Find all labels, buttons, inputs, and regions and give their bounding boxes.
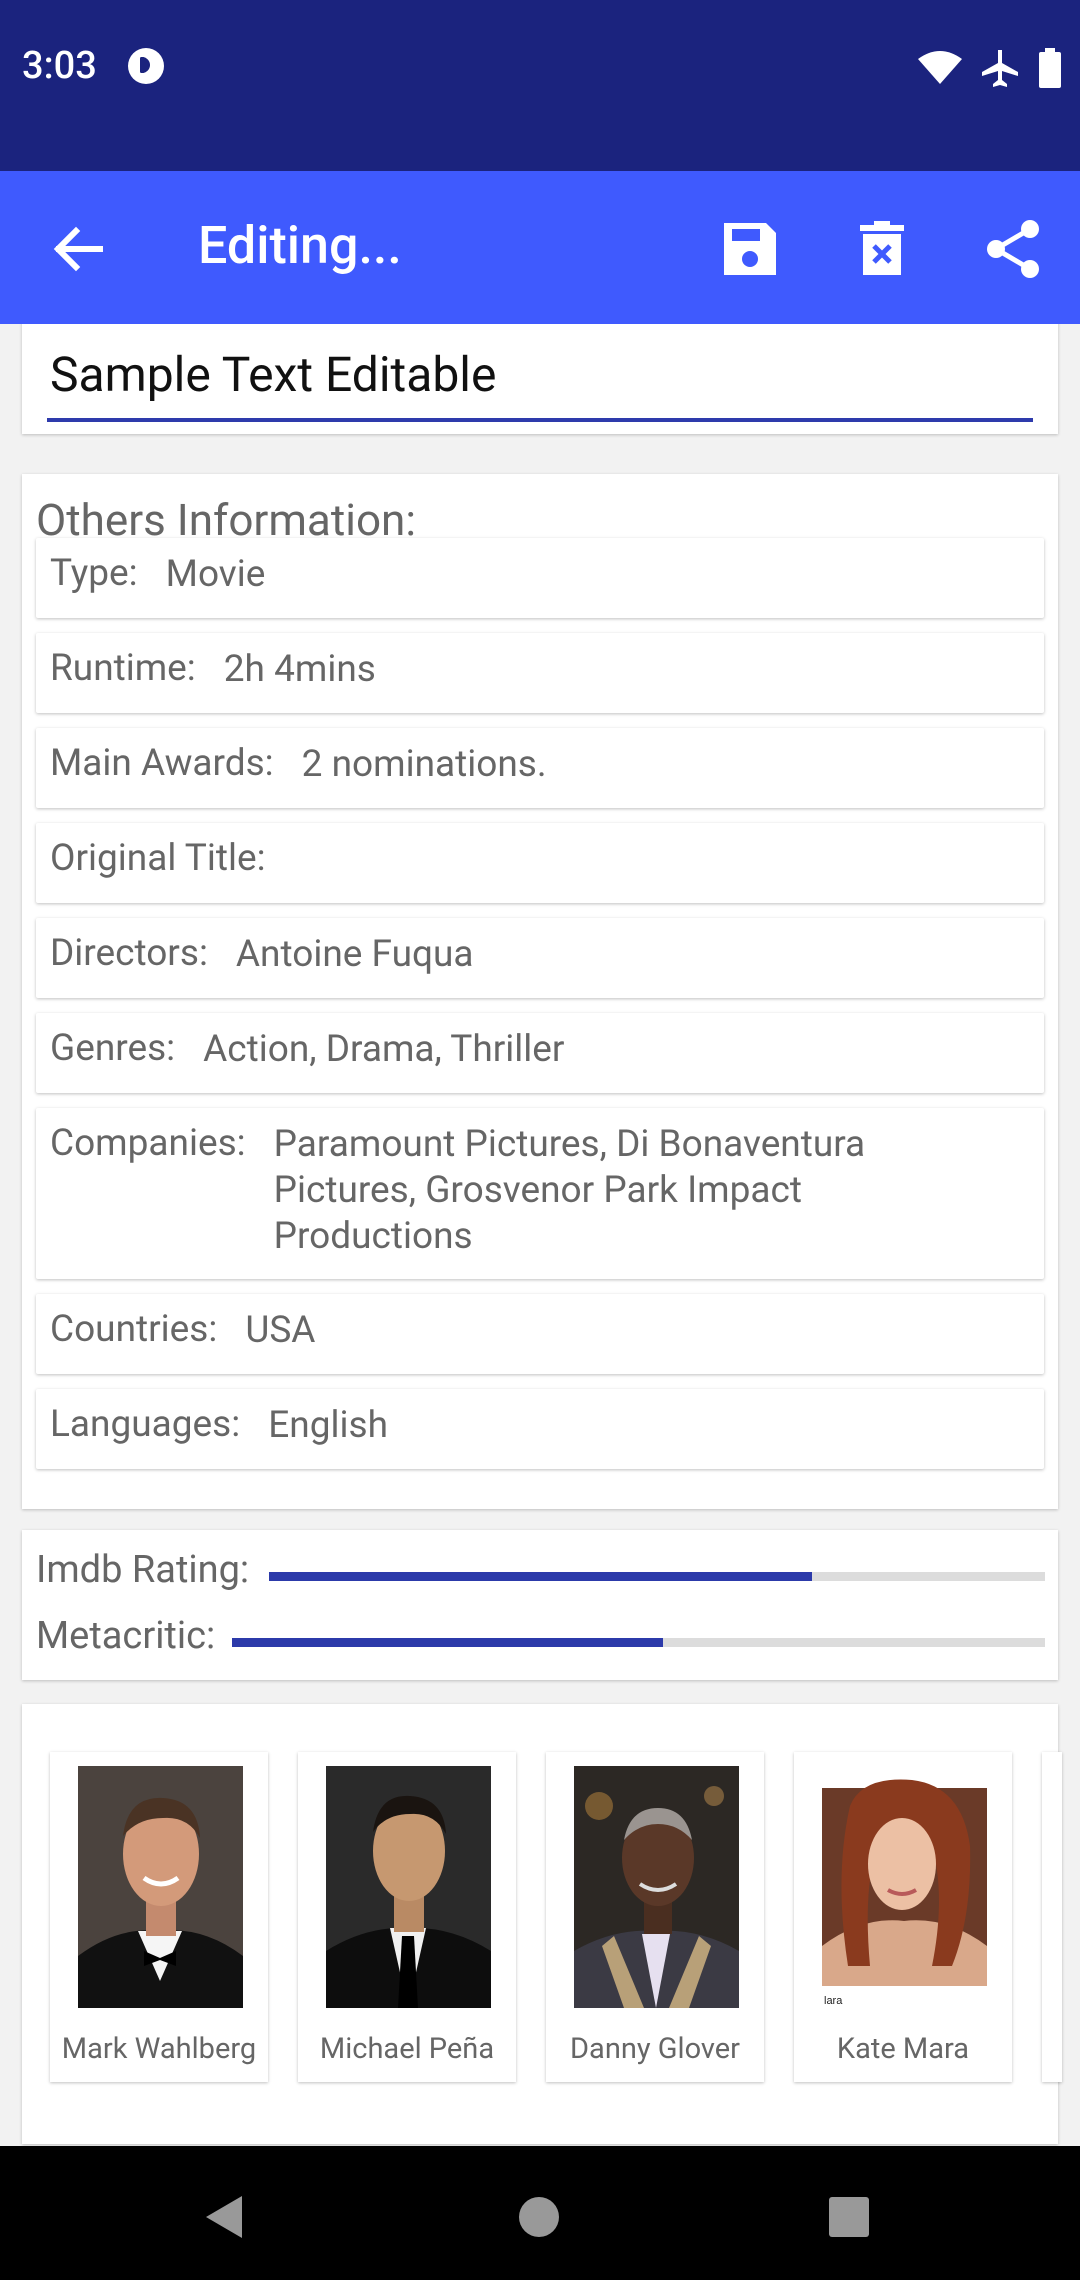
recents-square-icon[interactable] <box>829 2197 869 2237</box>
battery-icon <box>1039 48 1061 88</box>
others-information-card: Others Information: Type: Movie Runtime:… <box>22 474 1058 1509</box>
page-title: Editing... <box>198 215 402 276</box>
cast-name: Mark Wahlberg <box>61 2032 257 2066</box>
cast-card: Mark Wahlberg Michael Peña Danny Glover … <box>22 1704 1062 2144</box>
info-label: Original Title: <box>50 837 266 880</box>
info-label: Directors: <box>50 932 208 975</box>
cast-name: Michael Peña <box>319 2032 495 2066</box>
app-bar: Editing... <box>0 171 1080 324</box>
title-input[interactable] <box>50 344 1036 404</box>
title-input-underline <box>47 418 1033 422</box>
info-value: USA <box>245 1309 316 1352</box>
status-time: 3:03 <box>22 44 97 88</box>
cast-photo: lara <box>822 1766 987 2008</box>
app-notification-icon <box>128 48 164 84</box>
metacritic-fill <box>232 1638 663 1647</box>
info-row-genres: Genres: Action, Drama, Thriller <box>36 1013 1044 1093</box>
info-value: English <box>268 1404 388 1447</box>
imdb-rating-fill <box>269 1572 813 1581</box>
info-value: Movie <box>165 553 266 596</box>
info-value: 2h 4mins <box>223 648 376 691</box>
save-icon[interactable] <box>720 219 780 279</box>
ratings-card: Imdb Rating: Metacritic: <box>22 1530 1058 1680</box>
info-label: Type: <box>50 552 138 595</box>
info-label: Main Awards: <box>50 742 274 785</box>
info-label: Languages: <box>50 1403 241 1446</box>
cast-item-partial[interactable] <box>1042 1752 1062 2082</box>
info-row-countries: Countries: USA <box>36 1294 1044 1374</box>
delete-icon[interactable] <box>852 219 912 279</box>
info-row-main-awards: Main Awards: 2 nominations. <box>36 728 1044 808</box>
wifi-icon <box>918 51 962 84</box>
info-label: Genres: <box>50 1027 176 1070</box>
cast-photo <box>574 1766 739 2008</box>
scroll-content[interactable]: Others Information: Type: Movie Runtime:… <box>0 324 1080 2146</box>
back-arrow-icon[interactable] <box>50 221 106 277</box>
share-icon[interactable] <box>984 219 1044 279</box>
info-label: Runtime: <box>50 647 196 690</box>
info-value: Action, Drama, Thriller <box>203 1028 565 1071</box>
imdb-rating-bar <box>269 1572 1045 1581</box>
cast-photo <box>78 1766 243 2008</box>
info-row-companies: Companies: Paramount Pictures, Di Bonave… <box>36 1108 1044 1279</box>
info-row-type: Type: Movie <box>36 538 1044 618</box>
imdb-rating-label: Imdb Rating: <box>36 1548 250 1592</box>
info-value: 2 nominations. <box>301 743 547 786</box>
info-label: Countries: <box>50 1308 218 1351</box>
cast-item[interactable]: Michael Peña <box>298 1752 516 2082</box>
info-row-directors: Directors: Antoine Fuqua <box>36 918 1044 998</box>
navigation-bar <box>0 2146 1080 2280</box>
home-circle-icon[interactable] <box>518 2196 560 2238</box>
airplane-icon <box>982 50 1018 87</box>
cast-item[interactable]: lara Kate Mara <box>794 1752 1012 2082</box>
cast-item[interactable]: Danny Glover <box>546 1752 764 2082</box>
info-label: Companies: <box>50 1122 246 1165</box>
metacritic-bar <box>232 1638 1045 1647</box>
info-row-languages: Languages: English <box>36 1389 1044 1469</box>
svg-text:lara: lara <box>824 1995 843 2007</box>
cast-name: Danny Glover <box>570 2032 740 2066</box>
cast-name: Kate Mara <box>836 2032 970 2066</box>
info-row-runtime: Runtime: 2h 4mins <box>36 633 1044 713</box>
title-card <box>22 324 1058 434</box>
info-value: Paramount Pictures, Di Bonaventura Pictu… <box>273 1123 866 1258</box>
cast-item[interactable]: Mark Wahlberg <box>50 1752 268 2082</box>
info-value: Antoine Fuqua <box>235 933 474 976</box>
metacritic-label: Metacritic: <box>36 1614 216 1658</box>
status-bar: 3:03 <box>0 0 1080 171</box>
info-row-original-title: Original Title: <box>36 823 1044 903</box>
cast-photo <box>326 1766 491 2008</box>
back-triangle-icon[interactable] <box>204 2194 244 2240</box>
